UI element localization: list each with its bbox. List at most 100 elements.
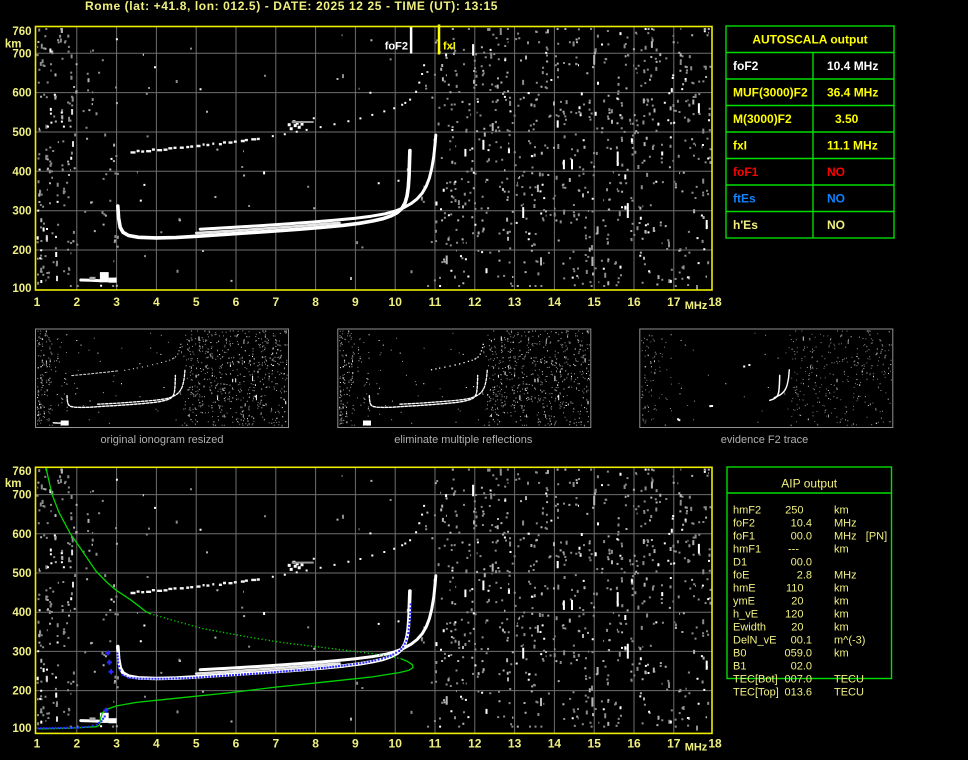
svg-text:250: 250 [785,505,803,517]
svg-text:10.4: 10.4 [791,518,812,530]
svg-text:AIP output: AIP output [781,477,837,491]
svg-text:---: --- [788,544,799,556]
svg-text:12: 12 [468,737,482,751]
svg-text:km: km [834,505,849,517]
svg-text:5: 5 [193,737,200,751]
svg-text:original ionogram resized: original ionogram resized [101,434,224,446]
svg-text:13: 13 [508,737,522,751]
svg-text:9: 9 [352,295,359,309]
svg-text:3: 3 [113,737,120,751]
svg-text:km: km [834,622,849,634]
svg-text:1: 1 [34,295,41,309]
svg-text:100: 100 [12,283,31,295]
svg-text:ftEs: ftEs [733,192,756,206]
svg-text:m^(-3): m^(-3) [834,635,865,647]
svg-text:D1: D1 [733,557,747,569]
svg-text:007.0: 007.0 [784,674,812,686]
svg-text:600: 600 [12,88,31,100]
svg-text:fxI: fxI [733,139,747,153]
svg-text:700: 700 [12,48,31,60]
svg-text:3: 3 [113,295,120,309]
svg-text:1: 1 [34,737,41,751]
svg-text:Ewidth: Ewidth [733,622,766,634]
svg-text:10.4 MHz: 10.4 MHz [827,59,878,73]
svg-text:500: 500 [12,127,31,139]
svg-text:200: 200 [12,686,31,698]
svg-text:foF1: foF1 [733,531,755,543]
svg-text:36.4 MHz: 36.4 MHz [827,86,878,100]
svg-text:MHz: MHz [834,518,857,530]
svg-text:km: km [5,478,22,490]
svg-text:8: 8 [312,737,319,751]
svg-text:foF2: foF2 [385,41,408,53]
svg-text:760: 760 [12,466,31,478]
svg-text:4: 4 [153,295,160,309]
svg-text:2: 2 [73,295,80,309]
svg-text:700: 700 [12,490,31,502]
svg-text:11: 11 [429,295,442,309]
svg-text:TECU: TECU [834,674,864,686]
svg-text:059.0: 059.0 [784,648,812,660]
svg-text:013.6: 013.6 [784,687,812,699]
svg-text:NO: NO [827,218,845,232]
svg-text:AUTOSCALA output: AUTOSCALA output [752,33,867,47]
svg-text:foE: foE [733,570,750,582]
svg-text:18: 18 [708,295,722,309]
svg-text:18: 18 [708,737,722,751]
svg-text:16: 16 [627,737,641,751]
svg-text:km: km [834,648,849,660]
svg-text:2: 2 [73,737,80,751]
svg-text:7: 7 [272,737,279,751]
svg-text:M(3000)F2: M(3000)F2 [733,112,792,126]
svg-text:2.8: 2.8 [797,570,812,582]
svg-text:NO: NO [827,192,845,206]
svg-text:00.1: 00.1 [791,635,812,647]
svg-text:760: 760 [12,26,31,38]
svg-text:20: 20 [791,622,803,634]
svg-text:13: 13 [508,295,522,309]
svg-text:600: 600 [12,529,31,541]
svg-text:4: 4 [153,737,160,751]
svg-text:00.0: 00.0 [791,531,812,543]
svg-text:NO: NO [827,165,845,179]
svg-text:MUF(3000)F2: MUF(3000)F2 [733,86,808,100]
svg-text:km: km [834,609,849,621]
svg-text:300: 300 [12,206,31,218]
svg-text:TEC[Top]: TEC[Top] [733,687,779,699]
svg-text:eliminate multiple reflections: eliminate multiple reflections [394,434,533,446]
svg-text:h_vE: h_vE [733,609,758,621]
svg-text:110: 110 [786,583,804,595]
svg-text:5: 5 [193,295,200,309]
svg-text:6: 6 [233,737,240,751]
svg-text:ymE: ymE [733,596,755,608]
svg-text:foF2: foF2 [733,518,755,530]
svg-text:11: 11 [429,737,442,751]
svg-text:300: 300 [12,646,31,658]
svg-text:MHz: MHz [834,570,857,582]
svg-text:500: 500 [12,568,31,580]
svg-text:15: 15 [588,737,602,751]
svg-text:10: 10 [389,295,403,309]
svg-text:DelN_vE: DelN_vE [733,635,776,647]
svg-text:14: 14 [548,295,562,309]
svg-text:6: 6 [233,295,240,309]
svg-text:km: km [834,583,849,595]
svg-text:120: 120 [785,609,803,621]
svg-text:00.0: 00.0 [791,557,812,569]
svg-text:B1: B1 [733,661,746,673]
svg-text:hmF1: hmF1 [733,544,761,556]
svg-text:8: 8 [312,295,319,309]
svg-text:3.50: 3.50 [835,112,859,126]
svg-text:B0: B0 [733,648,746,660]
svg-text:evidence F2 trace: evidence F2 trace [721,434,808,446]
svg-text:MHz: MHz [685,742,708,754]
svg-text:20: 20 [791,596,803,608]
svg-text:16: 16 [627,295,641,309]
svg-text:foF2: foF2 [733,59,759,73]
svg-text:400: 400 [12,607,31,619]
svg-text:MHz: MHz [685,300,708,312]
svg-text:fxI: fxI [443,41,456,53]
svg-text:02.0: 02.0 [791,661,812,673]
svg-text:h'Es: h'Es [733,218,758,232]
svg-text:MHz [PN]: MHz [PN] [834,531,887,543]
